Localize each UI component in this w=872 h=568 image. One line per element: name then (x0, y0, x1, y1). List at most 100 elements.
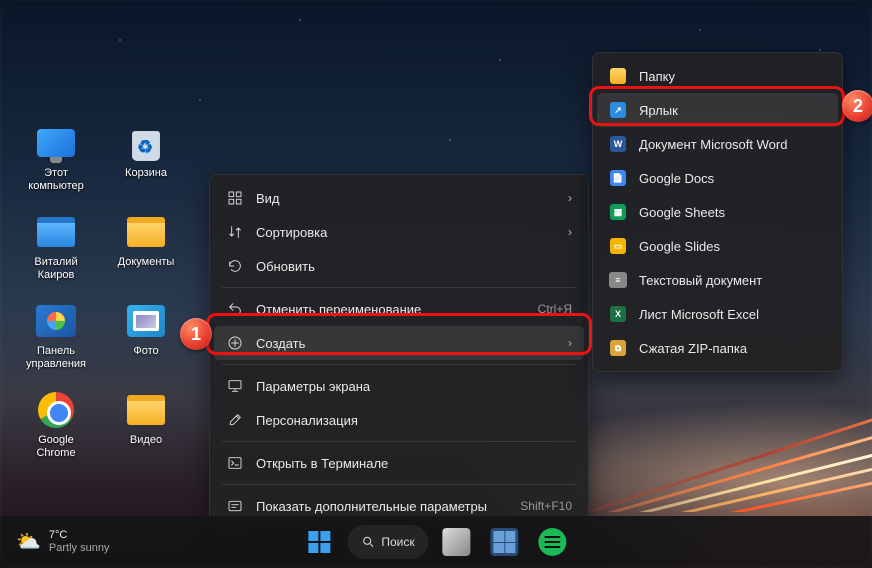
task-view-button[interactable] (437, 522, 477, 562)
menu-item-undo-rename[interactable]: Отменить переименование Ctrl+Я (214, 292, 584, 326)
desktop-icons-grid: Этот компьютер ♻ Корзина Виталий Каиров … (22, 122, 182, 478)
desktop-icon-control-panel[interactable]: Панель управления (22, 300, 90, 371)
desktop-icon-user-folder[interactable]: Виталий Каиров (22, 211, 90, 282)
menu-label: Показать дополнительные параметры (256, 499, 508, 514)
submenu-item-gslides[interactable]: ▭ Google Slides (597, 229, 838, 263)
chevron-right-icon: › (568, 191, 572, 205)
taskbar-center: Поиск (299, 522, 572, 562)
calc-icon (491, 528, 519, 556)
gsheets-icon: ▦ (610, 204, 626, 220)
undo-icon (226, 300, 244, 318)
gslides-icon: ▭ (610, 238, 626, 254)
desktop-icon-this-pc[interactable]: Этот компьютер (22, 122, 90, 193)
submenu-item-txt[interactable]: ≡ Текстовый документ (597, 263, 838, 297)
control-panel-icon (36, 305, 76, 337)
desktop-icon-video[interactable]: Видео (112, 389, 180, 460)
zip-icon: ⧉ (610, 340, 626, 356)
menu-label: Обновить (256, 259, 572, 274)
menu-separator (222, 364, 576, 365)
taskbar-search[interactable]: Поиск (347, 525, 428, 559)
search-placeholder: Поиск (381, 535, 414, 549)
folder-icon (610, 68, 626, 84)
monitor-icon (37, 129, 75, 157)
submenu-item-shortcut[interactable]: ↗ Ярлык (597, 93, 838, 127)
gdocs-icon: 📄 (610, 170, 626, 186)
icon-label: Google Chrome (22, 434, 90, 460)
icon-label: Видео (130, 434, 162, 447)
word-icon: W (610, 136, 626, 152)
menu-label: Текстовый документ (639, 273, 826, 288)
taskbar-app-spotify[interactable] (533, 522, 573, 562)
chrome-icon (38, 392, 74, 428)
desktop-icon-chrome[interactable]: Google Chrome (22, 389, 90, 460)
icon-label: Фото (133, 345, 158, 358)
icon-label: Корзина (125, 167, 167, 180)
desktop-icon-documents[interactable]: Документы (112, 211, 180, 282)
shortcut-icon: ↗ (610, 102, 626, 118)
menu-label: Отменить переименование (256, 302, 526, 317)
menu-label: Google Sheets (639, 205, 826, 220)
menu-item-view[interactable]: Вид › (214, 181, 584, 215)
menu-separator (222, 287, 576, 288)
menu-item-personalize[interactable]: Персонализация (214, 403, 584, 437)
desktop-icon-photos[interactable]: Фото (112, 300, 180, 371)
weather-condition: Partly sunny (49, 542, 110, 555)
terminal-icon (226, 454, 244, 472)
menu-label: Открыть в Терминале (256, 456, 572, 471)
icon-label: Этот компьютер (22, 167, 90, 193)
start-button[interactable] (299, 522, 339, 562)
spotify-icon (539, 528, 567, 556)
taskbar-app-calc[interactable] (485, 522, 525, 562)
submenu-item-excel[interactable]: X Лист Microsoft Excel (597, 297, 838, 331)
menu-label: Сортировка (256, 225, 548, 240)
menu-item-open-terminal[interactable]: Открыть в Терминале (214, 446, 584, 480)
submenu-item-word[interactable]: W Документ Microsoft Word (597, 127, 838, 161)
submenu-item-gsheets[interactable]: ▦ Google Sheets (597, 195, 838, 229)
taskbar: ⛅ 7°C Partly sunny Поиск (0, 516, 872, 568)
menu-label: Google Slides (639, 239, 826, 254)
folder-icon (37, 217, 75, 247)
shortcut-label: Ctrl+Я (538, 302, 572, 316)
submenu-item-gdocs[interactable]: 📄 Google Docs (597, 161, 838, 195)
taskbar-weather[interactable]: ⛅ 7°C Partly sunny (8, 525, 117, 559)
excel-icon: X (610, 306, 626, 322)
desktop-icon-recycle-bin[interactable]: ♻ Корзина (112, 122, 180, 193)
taskview-icon (443, 528, 471, 556)
menu-label: Параметры экрана (256, 379, 572, 394)
menu-item-new[interactable]: Создать › (214, 326, 584, 360)
folder-icon (127, 217, 165, 247)
menu-label: Ярлык (639, 103, 826, 118)
more-icon (226, 497, 244, 515)
menu-separator (222, 484, 576, 485)
menu-item-display-settings[interactable]: Параметры экрана (214, 369, 584, 403)
view-icon (226, 189, 244, 207)
menu-label: Лист Microsoft Excel (639, 307, 826, 322)
chevron-right-icon: › (568, 336, 572, 350)
menu-item-refresh[interactable]: Обновить (214, 249, 584, 283)
menu-label: Вид (256, 191, 548, 206)
menu-item-sort[interactable]: Сортировка › (214, 215, 584, 249)
menu-separator (222, 441, 576, 442)
photos-icon (127, 305, 165, 337)
menu-label: Персонализация (256, 413, 572, 428)
menu-label: Создать (256, 336, 548, 351)
icon-label: Документы (118, 256, 175, 269)
txt-icon: ≡ (609, 272, 627, 288)
chevron-right-icon: › (568, 225, 572, 239)
weather-icon: ⛅ (16, 536, 41, 549)
weather-temp: 7°C (49, 529, 110, 542)
menu-label: Документ Microsoft Word (639, 137, 826, 152)
icon-label: Панель управления (22, 345, 90, 371)
desktop-context-menu: Вид › Сортировка › Обновить Отменить пер… (209, 174, 589, 530)
windows-icon (308, 531, 330, 553)
new-submenu: Папку ↗ Ярлык W Документ Microsoft Word … (592, 52, 843, 372)
menu-label: Сжатая ZIP-папка (639, 341, 826, 356)
plus-icon (226, 334, 244, 352)
submenu-item-folder[interactable]: Папку (597, 59, 838, 93)
shortcut-label: Shift+F10 (520, 499, 572, 513)
menu-label: Google Docs (639, 171, 826, 186)
search-icon (361, 535, 375, 549)
icon-label: Виталий Каиров (22, 256, 90, 282)
folder-icon (127, 395, 165, 425)
submenu-item-zip[interactable]: ⧉ Сжатая ZIP-папка (597, 331, 838, 365)
